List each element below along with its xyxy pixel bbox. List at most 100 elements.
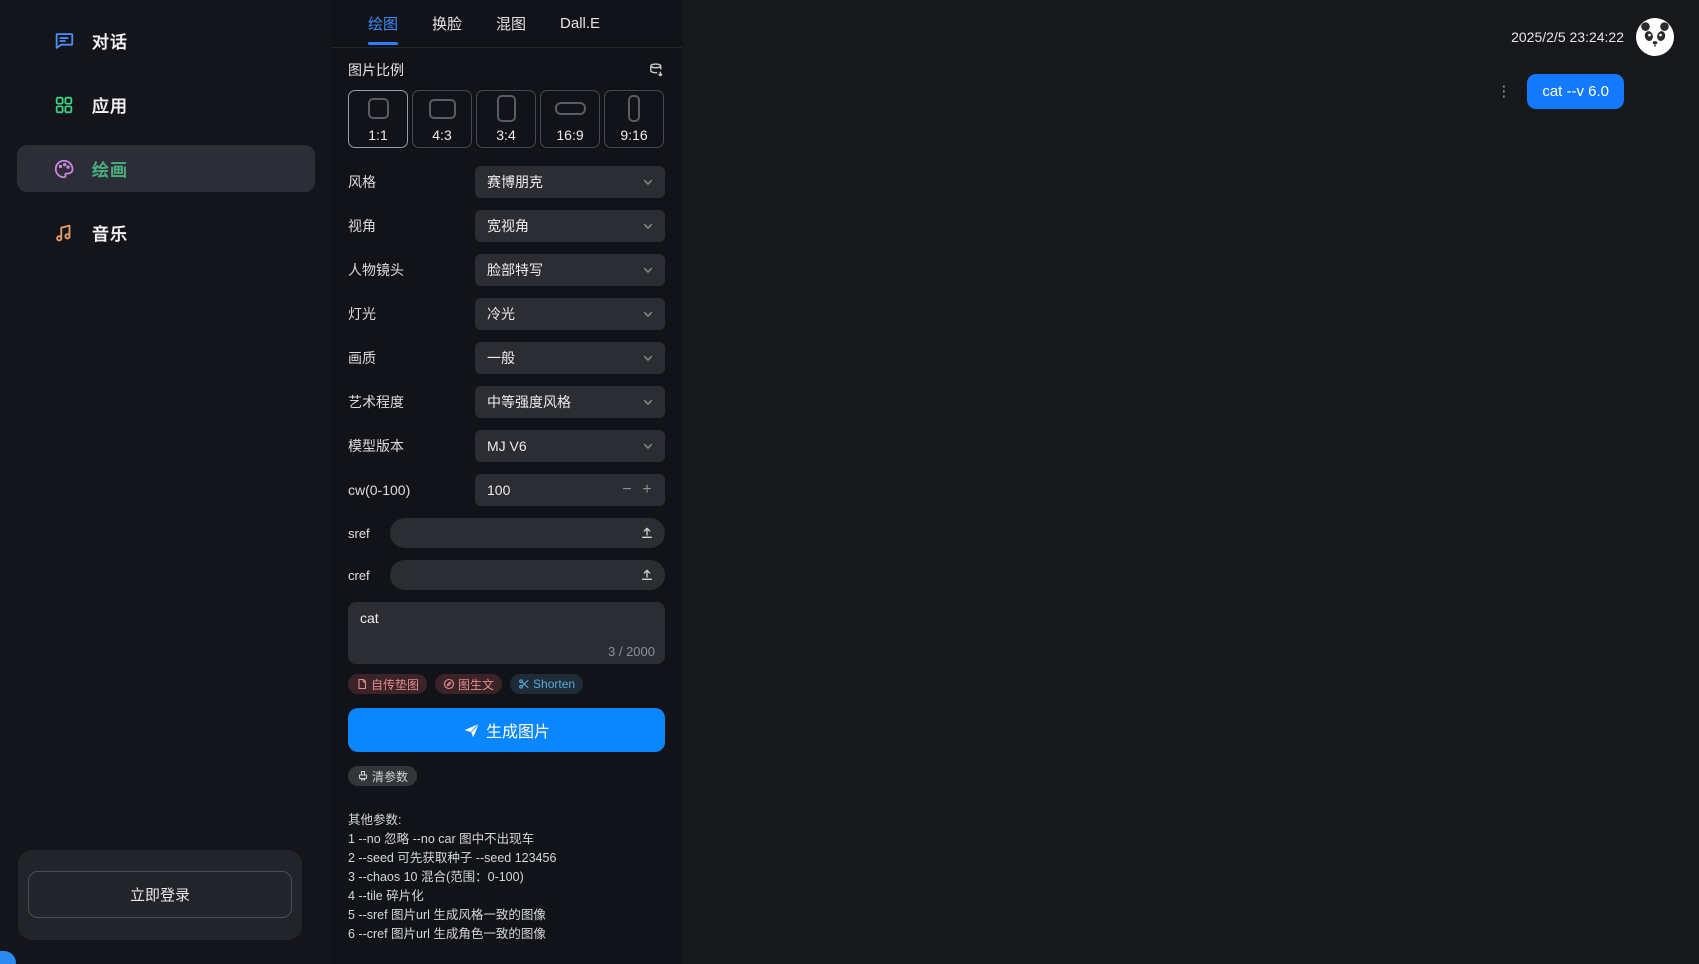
message-menu-icon[interactable]: ⋮ xyxy=(1496,84,1511,99)
sidebar-item-label: 绘画 xyxy=(92,156,128,181)
panel-body: 图片比例 1:1 4:3 3:4 xyxy=(332,48,682,964)
select-value: 宽视角 xyxy=(487,216,641,236)
ratio-shape-icon xyxy=(555,102,586,115)
ratio-shape-icon xyxy=(628,95,640,122)
login-button[interactable]: 立即登录 xyxy=(28,871,292,918)
help-text: 其他参数: 1 --no 忽略 --no car 图中不出现车 2 --seed… xyxy=(348,811,665,944)
upload-icon[interactable] xyxy=(639,567,655,583)
chevron-down-icon xyxy=(641,263,655,277)
document-icon xyxy=(356,678,368,690)
view-angle-select[interactable]: 宽视角 xyxy=(475,210,665,242)
sidebar: 对话 应用 绘画 音乐 立即登录 xyxy=(0,0,332,964)
lighting-select[interactable]: 冷光 xyxy=(475,298,665,330)
ratio-option-label: 1:1 xyxy=(368,126,387,144)
sidebar-item-music[interactable]: 音乐 xyxy=(17,209,315,256)
field-row-quality: 画质 一般 xyxy=(348,342,665,374)
help-line: 2 --seed 可先获取种子 --seed 123456 xyxy=(348,849,665,868)
stylize-select[interactable]: 中等强度风格 xyxy=(475,386,665,418)
ratio-option-label: 16:9 xyxy=(556,126,583,144)
panda-avatar xyxy=(1636,18,1674,56)
message-meta: 2025/2/5 23:24:22 xyxy=(682,18,1674,56)
field-row-lighting: 灯光 冷光 xyxy=(348,298,665,330)
cw-value: 100 xyxy=(487,482,617,498)
field-label: 模型版本 xyxy=(348,436,475,456)
select-value: 赛博朋克 xyxy=(487,172,641,192)
ratio-shape-icon xyxy=(497,95,516,122)
tab-blend[interactable]: 混图 xyxy=(496,0,526,47)
tag-label: 图生文 xyxy=(458,676,494,693)
style-select[interactable]: 赛博朋克 xyxy=(475,166,665,198)
select-value: 冷光 xyxy=(487,304,641,324)
sidebar-item-apps[interactable]: 应用 xyxy=(17,81,315,128)
help-line: 3 --chaos 10 混合(范围：0-100) xyxy=(348,868,665,887)
generate-button-label: 生成图片 xyxy=(486,718,550,742)
cw-input[interactable]: 100 − + xyxy=(475,474,665,506)
ratio-option-16-9[interactable]: 16:9 xyxy=(540,90,600,148)
field-label: 画质 xyxy=(348,348,475,368)
ratio-option-label: 4:3 xyxy=(432,126,451,144)
model-version-select[interactable]: MJ V6 xyxy=(475,430,665,462)
tab-face-swap[interactable]: 换脸 xyxy=(432,0,462,47)
quality-select[interactable]: 一般 xyxy=(475,342,665,374)
field-label: 风格 xyxy=(348,172,475,192)
ratio-shape-icon xyxy=(429,99,456,119)
shorten-tag[interactable]: Shorten xyxy=(510,674,583,694)
sref-input[interactable] xyxy=(390,518,665,548)
login-card: 立即登录 xyxy=(18,850,302,940)
field-row-view-angle: 视角 宽视角 xyxy=(348,210,665,242)
ratio-option-label: 9:16 xyxy=(620,126,647,144)
sidebar-item-label: 音乐 xyxy=(92,220,128,245)
tab-dalle[interactable]: Dall.E xyxy=(560,0,600,47)
sidebar-item-label: 应用 xyxy=(92,92,128,117)
generate-image-button[interactable]: 生成图片 xyxy=(348,708,665,752)
chevron-down-icon xyxy=(641,175,655,189)
char-counter: 3 / 2000 xyxy=(608,644,655,659)
character-shot-select[interactable]: 脸部特写 xyxy=(475,254,665,286)
field-row-style: 风格 赛博朋克 xyxy=(348,166,665,198)
field-label: 灯光 xyxy=(348,304,475,324)
increment-button[interactable]: + xyxy=(637,482,657,498)
select-value: 一般 xyxy=(487,348,641,368)
ratio-option-9-16[interactable]: 9:16 xyxy=(604,90,664,148)
field-row-model-version: 模型版本 MJ V6 xyxy=(348,430,665,462)
user-message-bubble: cat --v 6.0 xyxy=(1527,74,1624,109)
help-line: 5 --sref 图片url 生成风格一致的图像 xyxy=(348,906,665,925)
field-row-cw: cw(0-100) 100 − + xyxy=(348,474,665,506)
select-value: MJ V6 xyxy=(487,438,641,454)
field-row-stylize: 艺术程度 中等强度风格 xyxy=(348,386,665,418)
tab-draw[interactable]: 绘图 xyxy=(368,0,398,47)
select-value: 中等强度风格 xyxy=(487,392,641,412)
ratio-shape-icon xyxy=(368,98,389,119)
chevron-down-icon xyxy=(641,307,655,321)
pad-image-tag[interactable]: 自传垫图 xyxy=(348,674,427,694)
ratio-option-1-1[interactable]: 1:1 xyxy=(348,90,408,148)
chat-area: 2025/2/5 23:24:22 ⋮ cat --v 6.0 xyxy=(682,0,1699,964)
load-params-icon[interactable] xyxy=(648,62,665,79)
tab-label: Dall.E xyxy=(560,15,600,32)
message-row: ⋮ cat --v 6.0 xyxy=(682,74,1674,109)
sref-label: sref xyxy=(348,526,390,541)
floating-widget[interactable] xyxy=(0,951,16,964)
help-title: 其他参数: xyxy=(348,811,665,830)
help-line: 6 --cref 图片url 生成角色一致的图像 xyxy=(348,925,665,944)
music-note-icon xyxy=(53,222,75,244)
cref-input[interactable] xyxy=(390,560,665,590)
decrement-button[interactable]: − xyxy=(617,482,637,498)
ratio-option-3-4[interactable]: 3:4 xyxy=(476,90,536,148)
image-to-text-tag[interactable]: 图生文 xyxy=(435,674,502,694)
ratio-option-4-3[interactable]: 4:3 xyxy=(412,90,472,148)
help-line: 4 --tile 碎片化 xyxy=(348,887,665,906)
select-value: 脸部特写 xyxy=(487,260,641,280)
cref-label: cref xyxy=(348,568,390,583)
sidebar-item-label: 对话 xyxy=(92,28,128,53)
tag-label: 自传垫图 xyxy=(371,676,419,693)
prompt-textarea[interactable]: cat 3 / 2000 xyxy=(348,602,665,664)
tab-label: 绘图 xyxy=(368,13,398,34)
sidebar-item-chat[interactable]: 对话 xyxy=(17,17,315,64)
sidebar-item-draw[interactable]: 绘画 xyxy=(17,145,315,192)
chevron-down-icon xyxy=(641,351,655,365)
ratio-section-label: 图片比例 xyxy=(348,60,404,80)
clear-params-button[interactable]: 清参数 xyxy=(348,766,417,786)
sref-row: sref xyxy=(348,518,665,548)
upload-icon[interactable] xyxy=(639,525,655,541)
